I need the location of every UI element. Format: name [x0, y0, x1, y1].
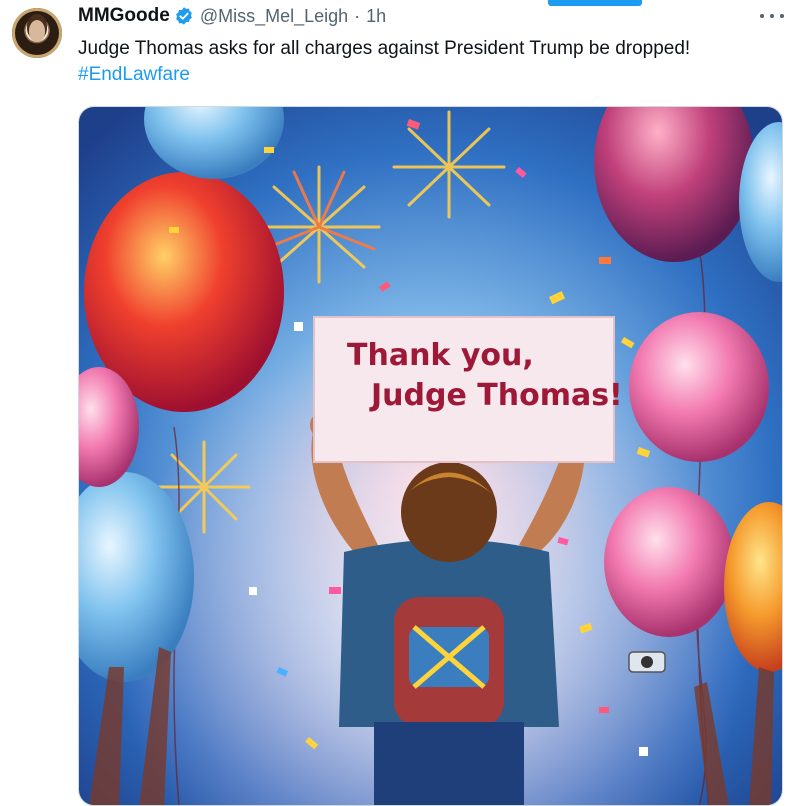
active-tab-indicator — [548, 0, 642, 6]
dot-separator: · — [354, 5, 361, 26]
sign-text-line1: Thank you, — [347, 338, 534, 373]
sign-board: Thank you, Judge Thomas! — [313, 316, 623, 463]
camera-icon — [628, 651, 666, 673]
user-handle[interactable]: @Miss_Mel_Leigh — [200, 6, 348, 27]
tweet-header: MMGoode @Miss_Mel_Leigh · 1h — [78, 4, 386, 28]
more-options-icon[interactable] — [760, 6, 784, 26]
tweet-body: Judge Thomas asks for all charges agains… — [78, 38, 691, 59]
verified-badge-icon[interactable] — [174, 6, 194, 26]
timestamp[interactable]: 1h — [366, 6, 386, 27]
display-name[interactable]: MMGoode — [78, 5, 170, 27]
hashtag-link[interactable]: #EndLawfare — [78, 62, 793, 88]
tweet-image[interactable]: Thank you, Judge Thomas! — [78, 106, 783, 806]
avatar[interactable] — [12, 8, 62, 58]
sign-text-line2: Judge Thomas! — [369, 378, 623, 413]
tweet-text: Judge Thomas asks for all charges agains… — [78, 36, 793, 88]
